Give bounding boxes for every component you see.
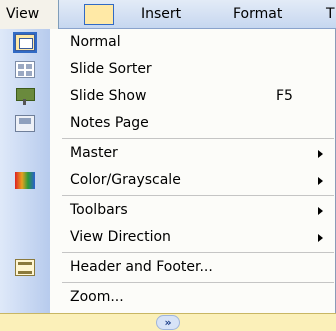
menu-item-label: Slide Sorter [70,61,152,77]
normal-view-icon [13,32,37,53]
menu-item-label: View Direction [70,229,171,245]
menu-item-slide-sorter[interactable]: Slide Sorter [0,56,336,83]
menu-separator [62,195,334,196]
header-footer-icon [15,259,35,276]
submenu-arrow-icon [318,234,323,242]
menu-item-header-footer[interactable]: Header and Footer... [0,254,336,281]
menu-item-label: Header and Footer... [70,259,213,275]
format-menu-label: Format [233,6,283,22]
menu-separator [62,252,334,253]
submenu-arrow-icon [318,177,323,185]
tools-menu-label: T [326,6,335,22]
menu-item-label: Master [70,145,118,161]
menu-separator [62,138,334,139]
tools-menu-partial[interactable]: T [326,0,335,29]
insert-menu[interactable]: Insert [141,0,181,29]
menu-item-slide-show[interactable]: Slide Show F5 [0,83,336,110]
view-menu-label: View [6,6,40,22]
menu-bar: View Insert Format T [0,0,336,29]
menu-separator [62,282,334,283]
menu-item-label: Slide Show [70,88,147,104]
view-dropdown-menu: Normal Slide Sorter Slide Show F5 Notes … [0,29,336,331]
menu-item-notes-page[interactable]: Notes Page [0,110,336,137]
double-chevron-down-icon[interactable]: » [156,315,180,330]
color-grayscale-icon [15,172,35,189]
menu-item-label: Zoom... [70,289,124,305]
menu-item-toolbars[interactable]: Toolbars [0,197,336,224]
menu-item-label: Notes Page [70,115,149,131]
view-menu[interactable]: View [0,0,59,29]
menu-item-label: Normal [70,34,121,50]
notes-page-icon [15,115,35,132]
menu-item-label: Color/Grayscale [70,172,181,188]
submenu-arrow-icon [318,150,323,158]
menu-item-shortcut: F5 [276,88,293,104]
menu-item-label: Toolbars [70,202,128,218]
slide-show-icon [15,88,35,105]
submenu-arrow-icon [318,207,323,215]
slide-sorter-icon [15,61,35,78]
menu-item-view-direction[interactable]: View Direction [0,224,336,251]
menu-item-color-grayscale[interactable]: Color/Grayscale [0,167,336,194]
menu-item-normal[interactable]: Normal [0,29,336,56]
menu-item-master[interactable]: Master [0,140,336,167]
normal-view-toolbar-button[interactable] [84,4,114,25]
menu-item-zoom[interactable]: Zoom... [0,284,336,311]
insert-menu-label: Insert [141,6,182,22]
format-menu[interactable]: Format [233,0,282,29]
expand-menu-bar[interactable]: » [0,313,336,331]
